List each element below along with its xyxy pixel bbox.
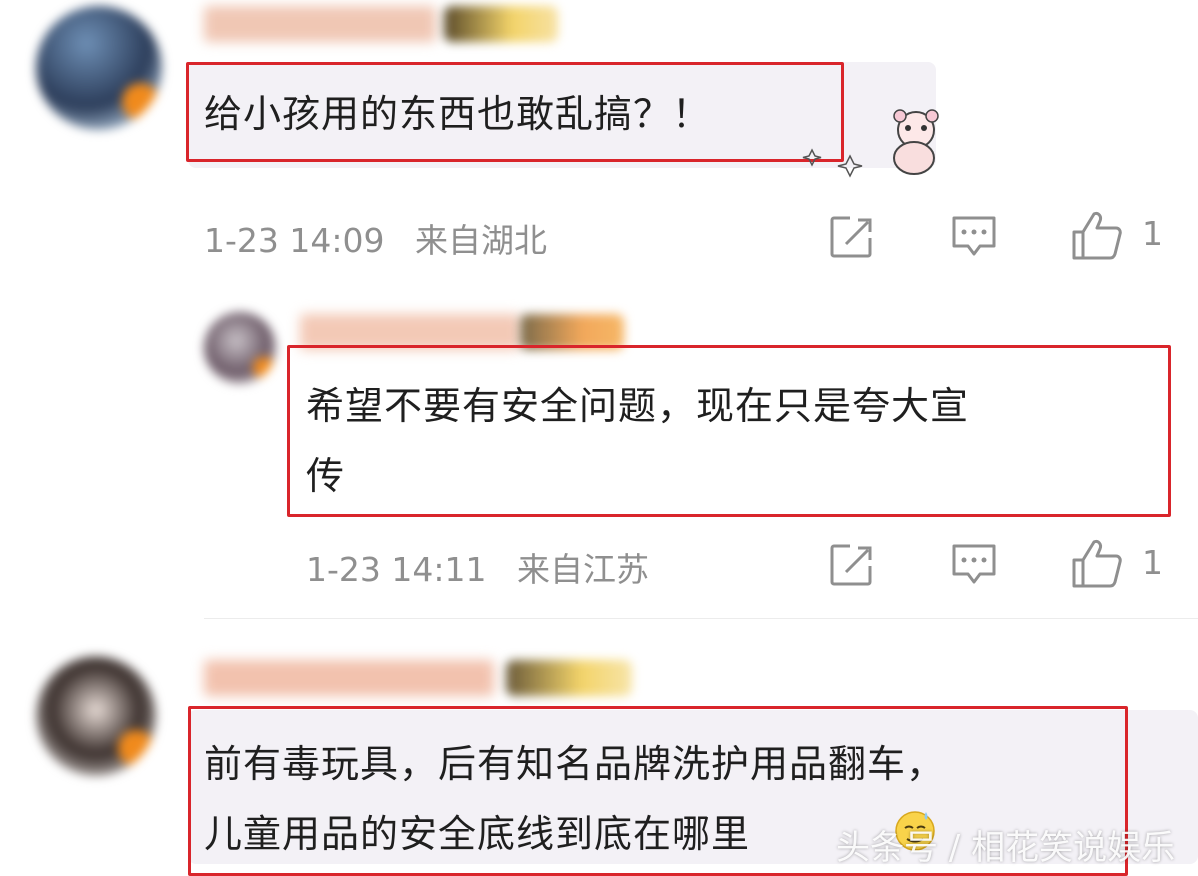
like-count: 1 — [1142, 543, 1163, 582]
comment-location: 来自湖北 — [415, 221, 547, 260]
comment-time: 1-23 14:09 — [204, 221, 385, 260]
comment-bubble-icon[interactable] — [950, 214, 998, 260]
thumbs-up-icon[interactable] — [1070, 208, 1124, 262]
comment-meta: 1-23 14:11 来自江苏 — [306, 543, 649, 591]
avatar[interactable] — [36, 6, 162, 130]
comment-meta: 1-23 14:09 来自湖北 — [204, 214, 547, 262]
comment-location: 来自江苏 — [517, 550, 649, 589]
share-edit-icon[interactable] — [828, 542, 874, 588]
thumbs-up-icon[interactable] — [1070, 536, 1124, 590]
like-count: 1 — [1142, 214, 1163, 253]
watermark: 头条号 / 相花笑说娱乐 — [836, 828, 1176, 868]
red-highlight-box — [287, 345, 1171, 517]
comment-time: 1-23 14:11 — [306, 550, 487, 589]
avatar[interactable] — [36, 656, 156, 776]
username-blurred[interactable] — [204, 6, 436, 42]
level-badge-blurred — [506, 660, 632, 696]
comment-bubble-icon[interactable] — [950, 542, 998, 588]
bear-sticker-icon — [802, 109, 939, 178]
share-edit-icon[interactable] — [828, 214, 874, 260]
username-blurred[interactable] — [204, 660, 494, 696]
level-badge-blurred — [444, 6, 558, 42]
avatar[interactable] — [204, 312, 276, 384]
divider — [204, 618, 1198, 619]
red-highlight-box — [186, 62, 844, 162]
